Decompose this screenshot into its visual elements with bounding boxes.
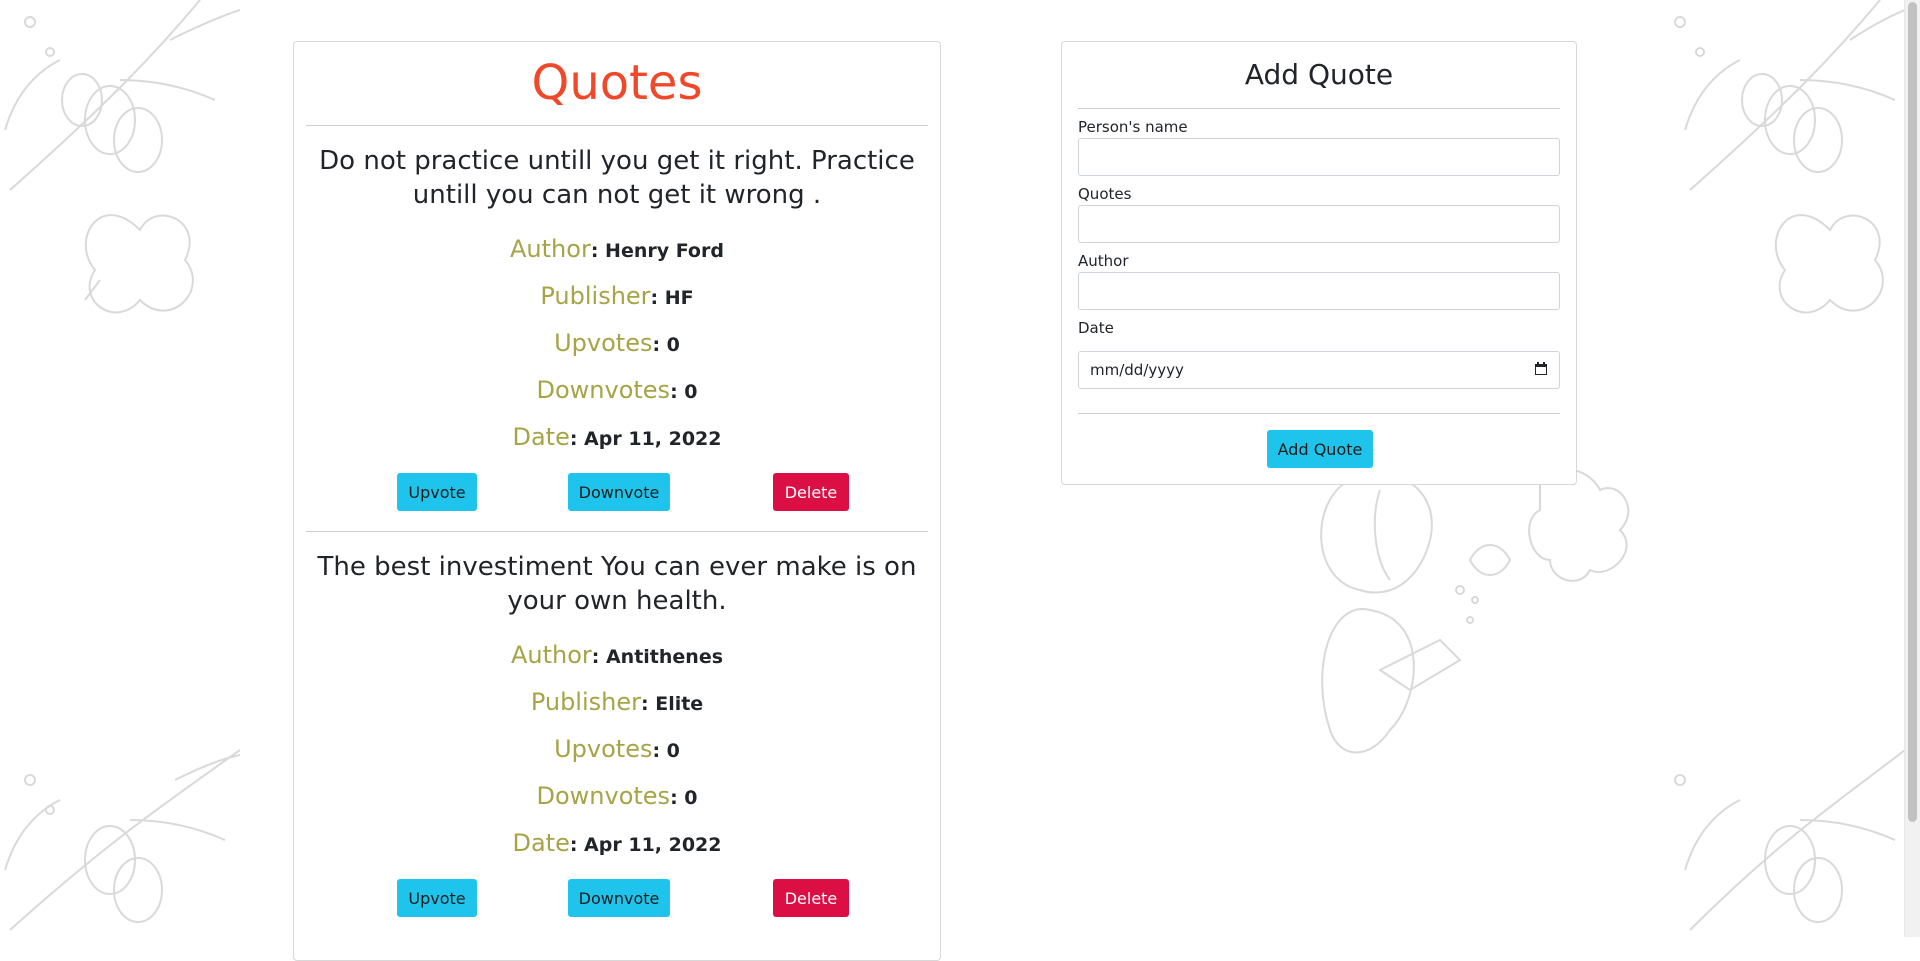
- downvote-button[interactable]: Downvote: [568, 473, 670, 511]
- divider: [306, 531, 928, 532]
- scrollbar-thumb[interactable]: [1908, 2, 1917, 822]
- quotes-title: Quotes: [531, 55, 703, 111]
- divider: [1078, 108, 1560, 109]
- quote-author: Author: Henry Ford: [306, 226, 928, 273]
- quote-actions: Upvote Downvote Delete: [306, 461, 928, 531]
- author-input[interactable]: [1078, 272, 1560, 310]
- date-value: : Apr 11, 2022: [569, 834, 722, 856]
- olive-branch-doodle: [4, 749, 240, 931]
- quotes-panel: Quotes Do not practice untill you get it…: [293, 41, 941, 961]
- quote-downvotes: Downvotes: 0: [306, 773, 928, 820]
- quote-label: Quotes: [1078, 185, 1132, 203]
- date-input[interactable]: mm/dd/yyyy: [1078, 351, 1560, 389]
- quote-downvotes: Downvotes: 0: [306, 367, 928, 414]
- downvote-button[interactable]: Downvote: [568, 879, 670, 917]
- downvotes-value: : 0: [670, 381, 698, 403]
- quote-date: Date: Apr 11, 2022: [306, 414, 928, 461]
- quote-actions: Upvote Downvote Delete: [306, 867, 928, 937]
- author-field-label: Author: [1078, 252, 1129, 270]
- person-name-input[interactable]: [1078, 138, 1560, 176]
- garlic-mushroom-doodle: [1320, 468, 1630, 754]
- date-placeholder: mm/dd/yyyy: [1090, 361, 1184, 379]
- upvotes-value: : 0: [652, 740, 680, 762]
- upvote-button[interactable]: Upvote: [397, 879, 477, 917]
- olive-branch-doodle: [4, 0, 240, 314]
- background-illustration: [0, 0, 1920, 937]
- quote-publisher: Publisher: Elite: [306, 679, 928, 726]
- person-name-label: Person's name: [1078, 118, 1188, 136]
- author-label: Author: [510, 235, 591, 263]
- olive-branch-doodle: [1674, 749, 1905, 931]
- author-value: : Antithenes: [591, 646, 724, 668]
- date-field-label: Date: [1078, 319, 1114, 337]
- delete-button[interactable]: Delete: [773, 879, 849, 917]
- author-label: Author: [510, 641, 592, 669]
- vertical-scrollbar[interactable]: [1904, 0, 1920, 937]
- quote-card: The best investiment You can ever make i…: [306, 550, 928, 937]
- upvotes-label: Upvotes: [554, 329, 653, 357]
- date-label: Date: [512, 423, 570, 451]
- divider: [306, 125, 928, 126]
- downvotes-label: Downvotes: [536, 376, 671, 404]
- delete-button[interactable]: Delete: [773, 473, 849, 511]
- upvotes-label: Upvotes: [554, 735, 653, 763]
- quote-upvotes: Upvotes: 0: [306, 726, 928, 773]
- add-quote-panel: Add Quote Person's name Quotes Author Da…: [1061, 41, 1577, 485]
- publisher-label: Publisher: [530, 688, 641, 716]
- add-quote-button[interactable]: Add Quote: [1267, 430, 1373, 468]
- quote-date: Date: Apr 11, 2022: [306, 820, 928, 867]
- upvotes-value: : 0: [652, 334, 680, 356]
- publisher-value: : Elite: [641, 693, 704, 715]
- downvotes-label: Downvotes: [536, 782, 671, 810]
- quote-card: Do not practice untill you get it right.…: [306, 144, 928, 531]
- quote-upvotes: Upvotes: 0: [306, 320, 928, 367]
- form-actions: Add Quote: [1078, 414, 1560, 484]
- author-value: : Henry Ford: [590, 240, 724, 262]
- quote-author: Author: Antithenes: [306, 632, 928, 679]
- quote-input[interactable]: [1078, 205, 1560, 243]
- publisher-label: Publisher: [540, 282, 651, 310]
- date-label: Date: [512, 829, 570, 857]
- date-value: : Apr 11, 2022: [569, 428, 722, 450]
- calendar-icon[interactable]: [1534, 362, 1548, 376]
- upvote-button[interactable]: Upvote: [397, 473, 477, 511]
- quote-publisher: Publisher: HF: [306, 273, 928, 320]
- olive-branch-doodle: [1674, 0, 1905, 314]
- publisher-value: : HF: [650, 287, 694, 309]
- quote-text: The best investiment You can ever make i…: [317, 552, 917, 616]
- quote-text: Do not practice untill you get it right.…: [319, 146, 915, 210]
- downvotes-value: : 0: [670, 787, 698, 809]
- add-quote-title: Add Quote: [1244, 58, 1394, 91]
